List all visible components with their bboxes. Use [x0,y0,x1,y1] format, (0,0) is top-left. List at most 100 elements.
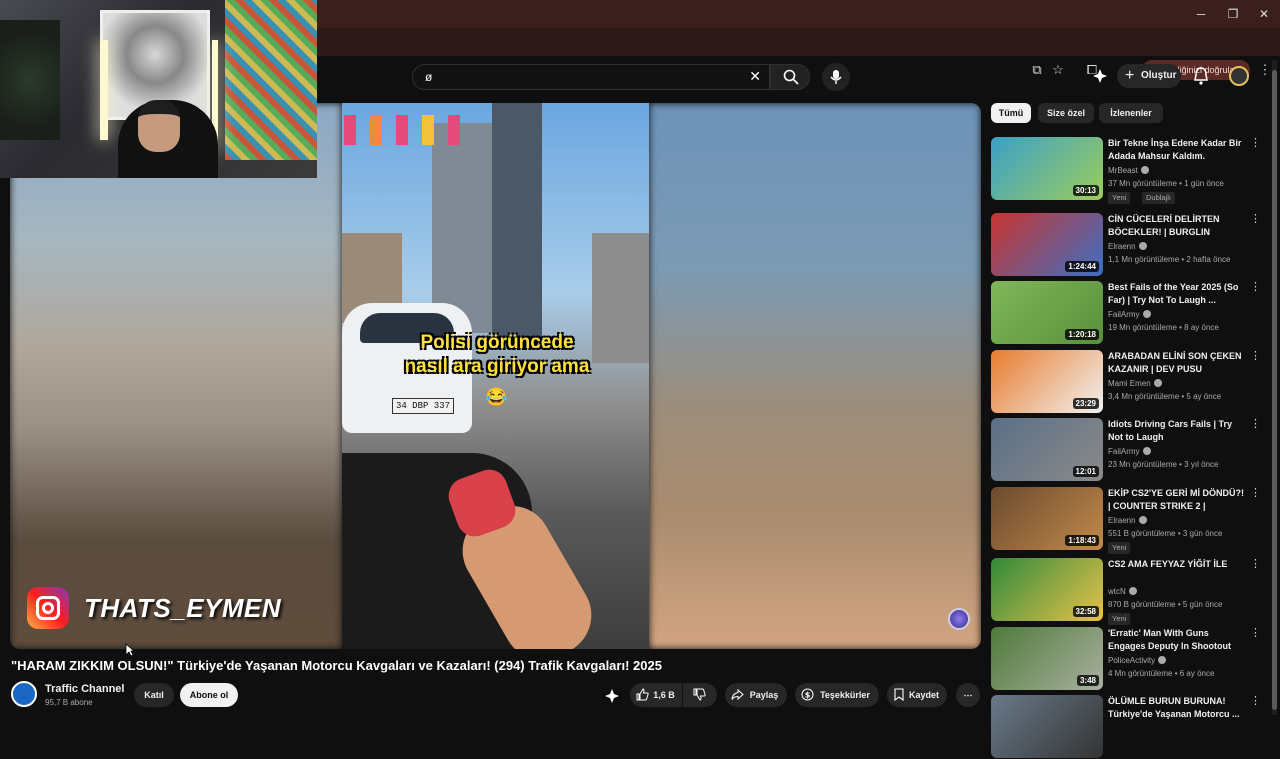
recommendation-item[interactable]: 3:48 'Erratic' Man With Guns Engages Depu… [991,627,1271,691]
recommendation-channel[interactable]: wtcN [1108,587,1137,596]
video-thumbnail[interactable]: 23:29 [991,350,1103,413]
chip-watched[interactable]: İzlenenler [1099,103,1163,123]
voice-search-button[interactable] [822,63,850,91]
webcam-overlay [0,0,317,178]
recommendation-item[interactable]: 1:18:43 EKİP CS2'YE GERİ Mİ DÖNDÜ?! | COU… [991,487,1271,554]
ai-sparkle-icon[interactable] [1092,68,1108,84]
bookmark-star-icon[interactable]: ☆ [1049,61,1067,79]
recommendation-badge: Yeni [1108,613,1131,625]
recommendation-item[interactable]: 32:58 CS2 AMA FEYYAZ YİĞİT İLE wtcN 870 B g… [991,558,1271,625]
recommendation-item[interactable]: 1:24:44 CİN CÜCELERİ DELİRTEN BÖCEKLER! |… [991,213,1271,277]
more-options-icon[interactable]: ⋮ [1250,213,1261,225]
more-options-icon[interactable]: ⋮ [1250,627,1261,639]
recommendation-item[interactable]: 23:29 ARABADAN ELİNİ SON ÇEKEN KAZANIR | … [991,350,1271,414]
share-button[interactable]: Paylaş [725,683,787,707]
video-duration: 30:13 [1072,185,1099,196]
recommendation-channel[interactable]: FailArmy [1108,447,1151,456]
video-thumbnail[interactable]: 12:01 [991,418,1103,481]
video-duration: 32:58 [1072,606,1099,617]
more-options-icon[interactable]: ⋮ [1250,281,1261,293]
recommendation-title[interactable]: Best Fails of the Year 2025 (So Far) | T… [1108,281,1244,307]
more-options-icon[interactable]: ⋮ [1250,487,1261,499]
recommendation-channel[interactable]: Elraenn [1108,516,1147,525]
video-thumbnail[interactable]: 1:24:44 [991,213,1103,276]
thanks-label: Teşekkürler [820,690,870,700]
license-plate: 34 DBP 337 [392,398,454,414]
recommendation-channel[interactable]: FailArmy [1108,310,1151,319]
restore-icon[interactable]: ❐ [1222,5,1244,23]
channel-label: Elraenn [1108,516,1136,525]
join-button[interactable]: Katıl [134,683,174,707]
video-duration: 1:24:44 [1065,261,1099,272]
video-player[interactable]: 34 DBP 337 Polisi görüncede nasıl ara gi… [10,103,981,649]
ai-sparkle-icon[interactable] [604,688,620,704]
video-thumbnail[interactable]: 1:20:18 [991,281,1103,344]
share-icon [731,688,744,701]
recommendation-meta: 870 B görüntüleme • 5 gün önce [1108,600,1223,609]
save-button[interactable]: Kaydet [887,683,947,707]
recommendation-channel[interactable]: Elraenn [1108,242,1147,251]
floating-overlay-icon[interactable] [948,608,970,630]
verified-icon [1153,379,1162,387]
recommendation-title[interactable]: ÖLÜMLE BURUN BURUNA! Türkiye'de Yaşanan … [1108,695,1244,721]
chip-for-you[interactable]: Size özel [1038,103,1094,123]
recommendation-title[interactable]: EKİP CS2'YE GERİ Mİ DÖNDÜ?! | COUNTER ST… [1108,487,1244,513]
caption-line-1: Polisi görüncede [420,332,574,353]
more-options-icon[interactable]: ⋮ [1250,137,1261,149]
channel-label: PoliceActivity [1108,656,1156,665]
create-button[interactable]: + Oluştur [1117,64,1181,88]
user-avatar[interactable] [1229,66,1249,86]
recommendation-title[interactable]: Bir Tekne İnşa Edene Kadar Bir Adada Mah… [1108,137,1244,163]
install-app-icon[interactable]: ⧉ [1028,61,1046,79]
more-options-icon[interactable]: ⋮ [1250,558,1261,570]
clear-search-icon[interactable]: ✕ [749,68,761,85]
recommendation-title[interactable]: ARABADAN ELİNİ SON ÇEKEN KAZANIR | DEV P… [1108,350,1244,376]
recommendation-title[interactable]: Idiots Driving Cars Fails | Try Not to L… [1108,418,1244,444]
channel-label: MrBeast [1108,166,1138,175]
recommendation-title[interactable]: CİN CÜCELERİ DELİRTEN BÖCEKLER! | BURGLI… [1108,213,1244,239]
minimize-icon[interactable]: ─ [1190,5,1212,23]
recommendation-channel[interactable]: PoliceActivity [1108,656,1167,665]
recommendation-channel[interactable]: MrBeast [1108,166,1149,175]
more-actions-icon[interactable]: ⋯ [956,683,980,707]
search-button[interactable] [770,64,810,90]
recommendation-item[interactable]: 30:13 Bir Tekne İnşa Edene Kadar Bir Adad… [991,137,1271,204]
recommendation-meta: 19 Mn görüntüleme • 8 ay önce [1108,323,1219,332]
more-options-icon[interactable]: ⋮ [1250,418,1261,430]
video-duration: 3:48 [1076,675,1099,686]
verified-icon [1142,310,1151,318]
more-options-icon[interactable]: ⋮ [1250,350,1261,362]
notifications-bell-icon[interactable] [1191,66,1211,86]
save-label: Kaydet [908,690,939,700]
instagram-icon [27,587,69,629]
channel-name[interactable]: Traffic Channel [45,683,124,695]
channel-label: wtcN [1108,587,1126,596]
more-options-icon[interactable]: ⋮ [1250,695,1261,707]
page-scrollbar[interactable] [1272,60,1277,715]
chip-all[interactable]: Tümü [991,103,1031,123]
dislike-button[interactable] [683,683,717,707]
close-icon[interactable]: ✕ [1253,5,1275,23]
recommendation-title[interactable]: 'Erratic' Man With Guns Engages Deputy I… [1108,627,1244,653]
recommendation-badge: Yeni [1108,192,1131,204]
verified-icon [1158,656,1167,664]
video-thumbnail[interactable] [991,695,1103,758]
channel-label: FailArmy [1108,310,1140,319]
subscribe-button[interactable]: Abone ol [180,683,238,707]
video-thumbnail[interactable]: 1:18:43 [991,487,1103,550]
search-query: ø [425,70,433,84]
recommendation-channel[interactable]: Mami Emen [1108,379,1162,388]
recommendation-item[interactable]: 12:01 Idiots Driving Cars Fails | Try Not… [991,418,1271,482]
recommendation-item[interactable]: 1:20:18 Best Fails of the Year 2025 (So F… [991,281,1271,345]
like-button[interactable]: 1,6 B [630,683,682,707]
recommendation-item[interactable]: ÖLÜMLE BURUN BURUNA! Türkiye'de Yaşanan … [991,695,1271,759]
verified-icon [1140,166,1149,174]
video-thumbnail[interactable]: 32:58 [991,558,1103,621]
channel-avatar[interactable] [11,681,37,707]
thanks-button[interactable]: $ Teşekkürler [795,683,879,707]
video-thumbnail[interactable]: 30:13 [991,137,1103,200]
recommendation-title[interactable]: CS2 AMA FEYYAZ YİĞİT İLE [1108,558,1244,571]
video-duration: 1:20:18 [1065,329,1099,340]
video-thumbnail[interactable]: 3:48 [991,627,1103,690]
search-input[interactable]: ø ✕ [412,64,770,90]
